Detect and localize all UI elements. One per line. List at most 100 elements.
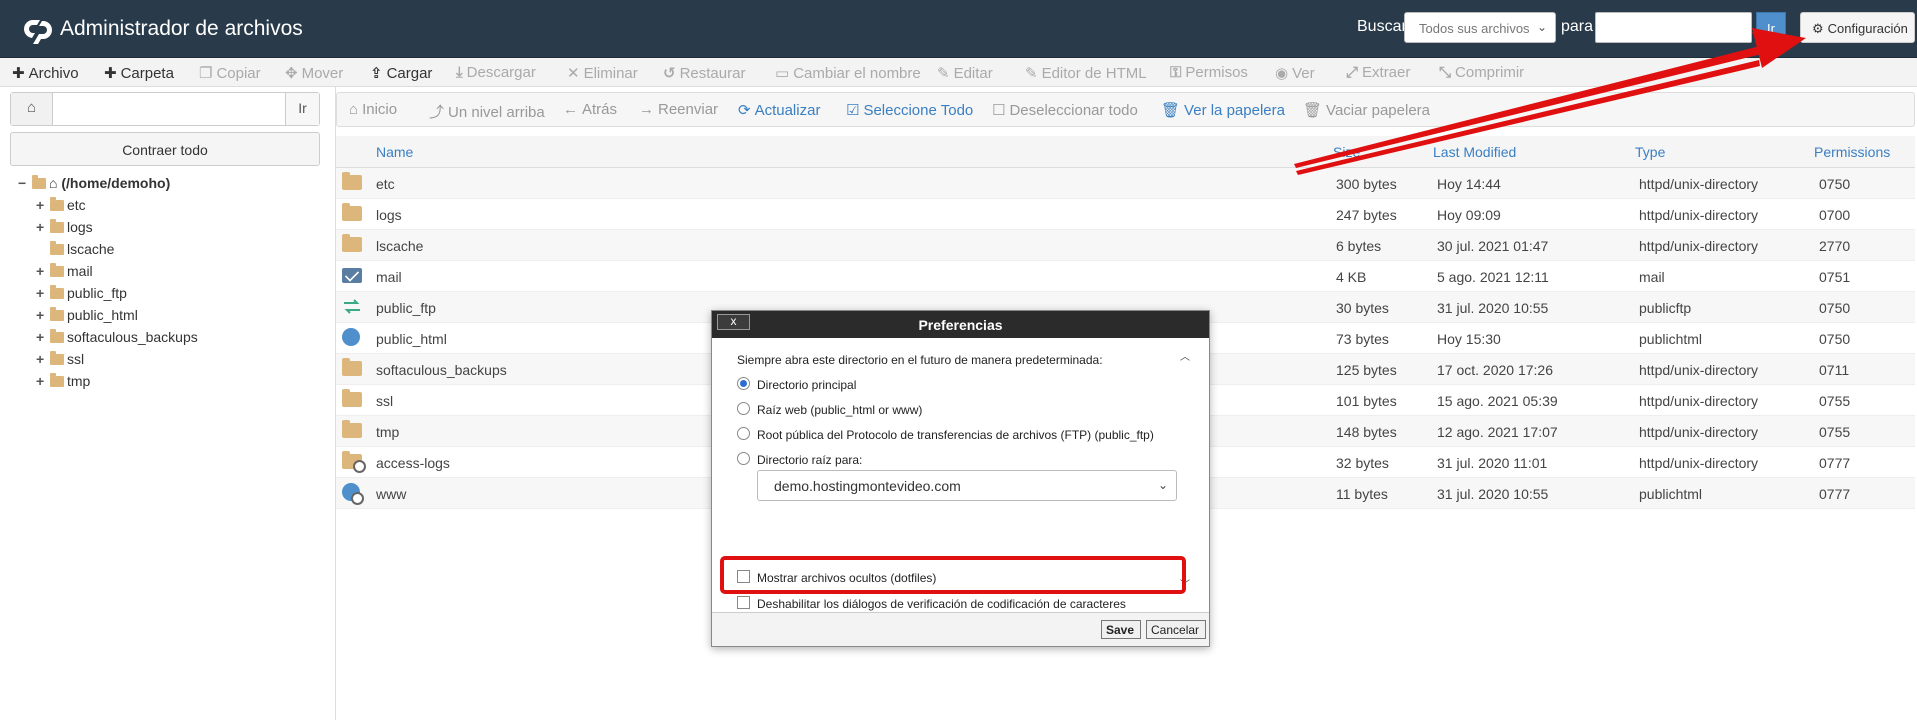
- dialog-body: Siempre abra este directorio en el futur…: [712, 338, 1209, 611]
- expand-toggle[interactable]: +: [36, 263, 48, 279]
- table-row[interactable]: logs 247 bytes Hoy 09:09 httpd/unix-dire…: [336, 199, 1915, 230]
- nav-deselect-all-button[interactable]: ☐ Deseleccionar todo: [992, 101, 1138, 119]
- toolbar-ver-button[interactable]: ◉ Ver: [1275, 58, 1315, 87]
- file-modified: 17 oct. 2020 17:26: [1437, 362, 1553, 378]
- file-name: lscache: [376, 238, 424, 254]
- toolbar-archivo-button[interactable]: ✚ Archivo: [12, 58, 79, 87]
- radio-domain-root[interactable]: [737, 452, 750, 465]
- expand-toggle[interactable]: +: [36, 197, 48, 213]
- radio-home-dir[interactable]: [737, 377, 750, 390]
- nav-label: Deseleccionar todo: [1009, 102, 1138, 119]
- tree-node-label: public_html: [67, 307, 138, 323]
- tree-node-etc[interactable]: + etc: [36, 197, 86, 217]
- nav-back-button[interactable]: ← Atrás: [563, 101, 617, 118]
- tree-node-root[interactable]: − ⌂ (/home/demoho): [18, 175, 170, 195]
- path-go-button[interactable]: Ir: [285, 93, 319, 125]
- column-modified-header[interactable]: Last Modified: [1433, 144, 1516, 160]
- disable-encoding-check-checkbox[interactable]: [737, 596, 750, 609]
- tree-node-softaculous-backups[interactable]: + softaculous_backups: [36, 329, 198, 349]
- home-icon[interactable]: ⌂: [11, 93, 53, 125]
- table-row[interactable]: mail 4 KB 5 ago. 2021 12:11 mail 0751: [336, 261, 1915, 292]
- pencil-icon: ✎: [937, 65, 950, 82]
- nav-label: Atrás: [582, 101, 618, 118]
- config-button[interactable]: ⚙ Configuración: [1800, 12, 1915, 43]
- toolbar-cargar-button[interactable]: ⇪ Cargar: [370, 58, 432, 87]
- file-perms: 0755: [1819, 424, 1851, 440]
- save-button[interactable]: Save: [1101, 620, 1141, 639]
- file-type: httpd/unix-directory: [1639, 176, 1759, 192]
- tree-node-mail[interactable]: + mail: [36, 263, 93, 283]
- toolbar-descargar-button[interactable]: ⤓ Descargar: [456, 58, 536, 87]
- toolbar-comprimir-button[interactable]: ⤡ Comprimir: [1439, 58, 1524, 87]
- collapse-toggle[interactable]: −: [18, 175, 30, 191]
- file-name: mail: [376, 269, 402, 285]
- tree-node-ssl[interactable]: + ssl: [36, 351, 84, 371]
- search-input[interactable]: [1595, 12, 1752, 43]
- folder-icon: [342, 234, 362, 252]
- file-modified: 31 jul. 2020 10:55: [1437, 300, 1549, 316]
- toolbar-eliminar-button[interactable]: ✕ Eliminar: [567, 58, 638, 87]
- nav-inicio-button[interactable]: ⌂ Inicio: [349, 101, 397, 118]
- tree-node-label: tmp: [67, 373, 91, 389]
- nav-empty-trash-button[interactable]: 🗑 Vaciar papelera: [1303, 101, 1430, 119]
- table-row[interactable]: etc 300 bytes Hoy 14:44 httpd/unix-direc…: [336, 168, 1915, 199]
- toolbar-extraer-button[interactable]: ⤢ Extraer: [1346, 58, 1410, 87]
- nav-refresh-button[interactable]: ⟳ Actualizar: [738, 101, 820, 119]
- tree-node-label: ssl: [67, 351, 85, 367]
- toolbar-mover-button[interactable]: ✥ Mover: [285, 58, 343, 87]
- nav-forward-button[interactable]: → Reenviar: [639, 101, 718, 118]
- nav-select-all-button[interactable]: ☑ Seleccione Todo: [846, 101, 973, 119]
- search-scope-select[interactable]: Todos sus archivos ⌄: [1404, 12, 1556, 43]
- domain-select[interactable]: demo.hostingmontevideo.com ⌄: [757, 470, 1177, 501]
- folder-icon: [342, 203, 362, 221]
- folder-icon: [342, 358, 362, 376]
- toolbar-label: Restaurar: [679, 65, 746, 82]
- nav-view-trash-button[interactable]: 🗑 Ver la papelera: [1161, 101, 1285, 119]
- column-type-header[interactable]: Type: [1635, 144, 1665, 160]
- times-icon: ✕: [567, 65, 580, 82]
- tree-node-logs[interactable]: + logs: [36, 219, 93, 239]
- toolbar-editar-button[interactable]: ✎ Editar: [937, 58, 993, 87]
- radio-ftp-root[interactable]: [737, 427, 750, 440]
- radio-label: Raíz web (public_html or www): [757, 403, 923, 417]
- search-go-button[interactable]: Ir: [1756, 12, 1786, 43]
- radio-web-root[interactable]: [737, 402, 750, 415]
- tree-node-lscache[interactable]: lscache: [36, 241, 114, 261]
- rename-icon: ▭: [775, 65, 790, 82]
- tree-node-public-ftp[interactable]: + public_ftp: [36, 285, 127, 305]
- toolbar-carpeta-button[interactable]: ✚ Carpeta: [104, 58, 174, 87]
- expand-toggle[interactable]: +: [36, 307, 48, 323]
- chevron-up-icon[interactable]: ︿: [1180, 348, 1190, 363]
- file-perms: 0755: [1819, 393, 1851, 409]
- tree-node-public-html[interactable]: + public_html: [36, 307, 138, 327]
- toolbar-copiar-button[interactable]: ❐ Copiar: [199, 58, 261, 87]
- nav-up-level-button[interactable]: ⤴ Un nivel arriba: [429, 101, 545, 122]
- expand-toggle[interactable]: +: [36, 329, 48, 345]
- path-input[interactable]: [55, 95, 283, 123]
- trash-icon: 🗑: [1161, 102, 1181, 119]
- column-size-header[interactable]: Size: [1333, 144, 1360, 160]
- expand-toggle[interactable]: +: [36, 285, 48, 301]
- column-permissions-header[interactable]: Permissions: [1814, 144, 1890, 160]
- table-row[interactable]: lscache 6 bytes 30 jul. 2021 01:47 httpd…: [336, 230, 1915, 261]
- expand-toggle[interactable]: +: [36, 219, 48, 235]
- tree-node-label: etc: [67, 197, 86, 213]
- toolbar-restaurar-button[interactable]: ↺ Restaurar: [663, 58, 745, 87]
- expand-toggle[interactable]: +: [36, 351, 48, 367]
- tree-node-label: softaculous_backups: [67, 329, 198, 345]
- cancel-button[interactable]: Cancelar: [1146, 620, 1206, 639]
- toolbar-permisos-button[interactable]: ⚿ Permisos: [1170, 58, 1248, 87]
- toolbar-label: Descargar: [466, 64, 536, 81]
- file-modified: Hoy 09:09: [1437, 207, 1501, 223]
- file-modified: 31 jul. 2020 11:01: [1437, 455, 1548, 471]
- column-name-header[interactable]: Name: [376, 144, 413, 160]
- file-name: logs: [376, 207, 402, 223]
- exchange-icon: [344, 299, 360, 314]
- expand-toggle[interactable]: +: [36, 373, 48, 389]
- collapse-all-button[interactable]: Contraer todo: [10, 132, 320, 166]
- tree-node-tmp[interactable]: + tmp: [36, 373, 90, 393]
- toolbar-html-editor-button[interactable]: ✎ Editor de HTML: [1025, 58, 1147, 87]
- chevron-down-icon: ⌄: [1157, 478, 1168, 492]
- toolbar-rename-button[interactable]: ▭ Cambiar el nombre: [775, 58, 921, 87]
- tree-node-label: public_ftp: [67, 285, 127, 301]
